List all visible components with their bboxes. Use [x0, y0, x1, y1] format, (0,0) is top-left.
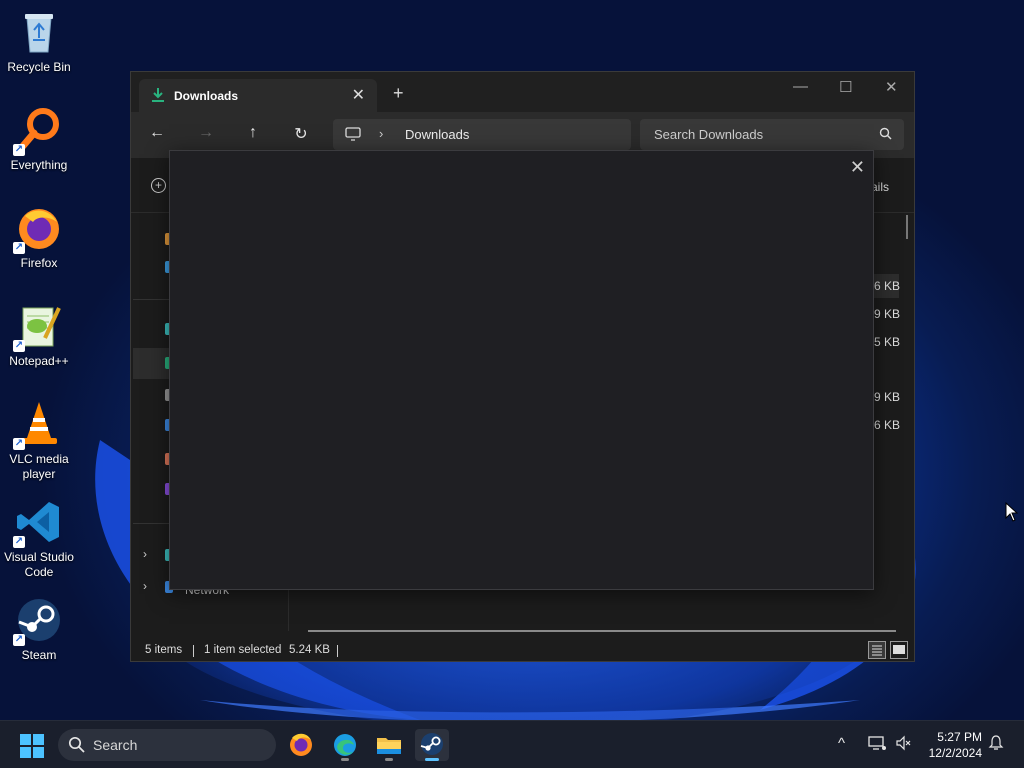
recycle-bin-icon — [15, 8, 63, 56]
tab-title: Downloads — [174, 89, 239, 103]
file-explorer-icon — [377, 738, 401, 754]
clock-time: 5:27 PM — [937, 730, 982, 744]
shortcut-arrow-icon: ↗ — [13, 242, 25, 254]
expand-chevron-icon[interactable]: › — [143, 579, 147, 593]
tab-close-button[interactable]: ✕ — [352, 85, 365, 105]
file-size: 6 KB — [873, 279, 900, 293]
divider — [337, 645, 338, 657]
up-button[interactable]: ↑ — [242, 124, 264, 142]
breadcrumb-chevron-icon[interactable]: › — [379, 126, 383, 141]
dialog-close-button[interactable]: ✕ — [850, 157, 865, 178]
taskbar-search[interactable]: Search — [58, 729, 276, 761]
windows-logo-icon — [20, 734, 44, 758]
new-item-icon[interactable]: + — [151, 178, 166, 193]
start-button[interactable] — [20, 734, 44, 763]
vertical-scrollbar[interactable] — [906, 215, 908, 239]
tray-overflow-chevron-icon[interactable]: ^ — [838, 735, 845, 752]
clock[interactable]: 5:27 PM 12/2/2024 — [922, 729, 982, 761]
selection-size: 5.24 KB — [289, 644, 330, 656]
desktop-icon-label: Firefox — [20, 256, 58, 270]
desktop-icon-everything[interactable]: ↗ Everything — [0, 106, 78, 173]
taskbar-firefox[interactable] — [284, 729, 318, 761]
download-icon — [151, 87, 165, 108]
breadcrumb-downloads[interactable]: Downloads — [405, 127, 469, 142]
firefox-icon: ↗ — [13, 204, 63, 254]
clock-date: 12/2/2024 — [928, 746, 982, 760]
firefox-icon — [290, 733, 312, 756]
network-icon[interactable] — [868, 735, 886, 754]
file-size: 5 KB — [873, 335, 900, 349]
shortcut-arrow-icon: ↗ — [13, 340, 25, 352]
steam-icon: ↗ — [13, 596, 63, 646]
edge-icon — [334, 734, 356, 756]
expand-chevron-icon[interactable]: › — [143, 547, 147, 561]
status-bar: 5 items 1 item selected 5.24 KB — [131, 641, 914, 661]
back-button[interactable]: ← — [146, 124, 168, 142]
overlay-dialog: ✕ — [169, 150, 874, 590]
taskbar: Search ^ 5:27 PM 12/2/2024 — [0, 720, 1024, 768]
search-label: Search — [93, 737, 138, 753]
item-count: 5 items — [145, 644, 183, 656]
divider — [133, 523, 169, 524]
maximize-button[interactable]: ☐ — [839, 78, 852, 96]
address-bar[interactable]: › Downloads — [333, 119, 631, 150]
shortcut-arrow-icon: ↗ — [13, 536, 25, 548]
vlc-cone-icon: ↗ — [13, 400, 63, 450]
desktop-icon-label: Everything — [10, 158, 68, 172]
forward-button[interactable]: → — [195, 124, 217, 142]
horizontal-scrollbar[interactable] — [308, 630, 896, 632]
steam-icon — [420, 733, 443, 755]
details-view-button[interactable] — [868, 641, 886, 659]
notepad-plus-plus-icon: ↗ — [13, 302, 63, 352]
active-indicator — [425, 758, 439, 761]
volume-muted-icon[interactable] — [895, 735, 911, 754]
new-tab-button[interactable]: + — [393, 84, 404, 102]
search-placeholder: Search Downloads — [654, 127, 764, 142]
taskbar-edge[interactable] — [328, 729, 362, 761]
search-box[interactable]: Search Downloads — [640, 119, 904, 150]
refresh-button[interactable]: ↻ — [290, 124, 312, 144]
desktop-icon-label: Visual Studio Code — [4, 550, 74, 579]
desktop-icon-vscode[interactable]: ↗ Visual Studio Code — [0, 498, 78, 580]
desktop-icon-firefox[interactable]: ↗ Firefox — [0, 204, 78, 271]
search-icon — [879, 127, 892, 145]
desktop-icon-label: Notepad++ — [9, 354, 69, 368]
file-size: 9 KB — [873, 390, 900, 404]
shortcut-arrow-icon: ↗ — [13, 144, 25, 156]
desktop-icon-label: Recycle Bin — [7, 60, 71, 74]
desktop-icon-label: Steam — [21, 648, 57, 662]
tiles-view-button[interactable] — [890, 641, 908, 659]
mouse-cursor-icon — [1005, 502, 1019, 522]
file-size: 9 KB — [873, 307, 900, 321]
shortcut-arrow-icon: ↗ — [13, 438, 25, 450]
divider — [133, 299, 169, 300]
desktop-icon-steam[interactable]: ↗ Steam — [0, 596, 78, 663]
file-size: 6 KB — [873, 418, 900, 432]
taskbar-file-explorer[interactable] — [372, 729, 406, 761]
running-indicator — [385, 758, 393, 761]
vscode-icon: ↗ — [13, 498, 63, 548]
monitor-icon — [345, 127, 361, 146]
running-indicator — [341, 758, 349, 761]
selection-count: 1 item selected — [204, 644, 282, 656]
desktop-icon-notepad-plus-plus[interactable]: ↗ Notepad++ — [0, 302, 78, 369]
desktop-icon-label: VLC media player — [9, 452, 69, 481]
title-bar: Downloads ✕ + — ☐ ✕ — [131, 72, 914, 112]
everything-search-icon: ↗ — [13, 106, 63, 156]
taskbar-steam[interactable] — [415, 729, 449, 761]
divider — [193, 645, 194, 657]
desktop-icon-recycle-bin[interactable]: Recycle Bin — [0, 8, 78, 75]
shortcut-arrow-icon: ↗ — [13, 634, 25, 646]
search-icon — [68, 736, 85, 758]
desktop-icon-vlc[interactable]: ↗ VLC media player — [0, 400, 78, 482]
minimize-button[interactable]: — — [793, 78, 808, 95]
close-window-button[interactable]: ✕ — [885, 78, 898, 96]
tab-downloads[interactable]: Downloads ✕ — [139, 79, 377, 112]
notification-bell-icon[interactable] — [988, 735, 1004, 754]
